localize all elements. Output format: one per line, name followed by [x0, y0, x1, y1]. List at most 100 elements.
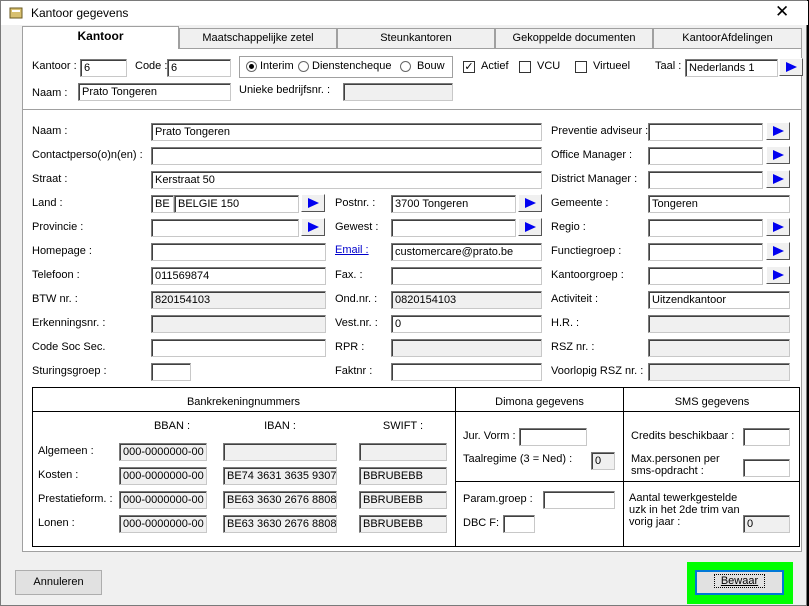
- kantoor-field[interactable]: 6: [80, 59, 127, 77]
- hr-field[interactable]: [648, 315, 790, 333]
- straat-field[interactable]: Kerstraat 50: [151, 171, 542, 189]
- unieke-bedrijfsnr-field[interactable]: [343, 83, 453, 101]
- gemeente-label: Gemeente :: [551, 197, 609, 209]
- bban-field[interactable]: 000-0000000-00: [119, 443, 207, 461]
- regio-arrow-button[interactable]: [766, 218, 790, 236]
- land-arrow-button[interactable]: [301, 194, 325, 212]
- land-code-field[interactable]: BE: [151, 195, 174, 213]
- gewest-arrow-button[interactable]: [518, 218, 542, 236]
- app-icon: [9, 7, 23, 19]
- kantoorgroep-field[interactable]: [648, 267, 763, 285]
- divider: [32, 411, 800, 412]
- naam-field[interactable]: Prato Tongeren: [151, 123, 542, 141]
- district-manager-field[interactable]: [648, 171, 763, 189]
- max-personen-label: Max.personen per: [631, 453, 720, 465]
- param-groep-field[interactable]: [543, 491, 615, 509]
- taal-arrow-button[interactable]: [779, 58, 803, 76]
- iban-field[interactable]: BE63 3630 2676 8808: [223, 491, 337, 509]
- provincie-arrow-button[interactable]: [301, 218, 325, 236]
- jur-vorm-field[interactable]: [519, 428, 587, 446]
- functiegroep-field[interactable]: [648, 243, 763, 261]
- bban-field[interactable]: 000-0000000-00: [119, 515, 207, 533]
- activiteit-field[interactable]: Uitzendkantoor: [648, 291, 790, 309]
- tab-gekoppelde-documenten[interactable]: Gekoppelde documenten: [495, 28, 653, 48]
- voorlopig-rsz-label: Voorlopig RSZ nr. :: [551, 365, 644, 377]
- max-personen-field[interactable]: [743, 459, 790, 477]
- btw-field[interactable]: 820154103: [151, 291, 326, 309]
- radio-bouw-label: Bouw: [417, 60, 445, 72]
- swift-field[interactable]: BBRUBEBB: [359, 515, 447, 533]
- credits-field[interactable]: [743, 428, 790, 446]
- swift-field[interactable]: [359, 443, 447, 461]
- iban-field[interactable]: [223, 443, 337, 461]
- sturingsgroep-field[interactable]: [151, 363, 191, 381]
- telefoon-field[interactable]: 011569874: [151, 267, 326, 285]
- gewest-field[interactable]: [391, 219, 516, 237]
- bank-row-label: Kosten :: [38, 469, 79, 481]
- preventie-arrow-button[interactable]: [766, 122, 790, 140]
- functiegroep-arrow-button[interactable]: [766, 242, 790, 260]
- land-name-field[interactable]: BELGIE 150: [174, 195, 299, 213]
- voorlopig-rsz-field[interactable]: [648, 363, 790, 381]
- vestnr-field[interactable]: 0: [391, 315, 542, 333]
- tab-kantoorafdelingen[interactable]: KantoorAfdelingen: [653, 28, 802, 48]
- postnr-label: Postnr. :: [335, 197, 376, 209]
- gemeente-field[interactable]: Tongeren: [648, 195, 790, 213]
- radio-dienstencheque-label: Dienstencheque: [312, 60, 392, 72]
- vestnr-label: Vest.nr. :: [335, 317, 378, 329]
- tab-maatschappelijke-zetel[interactable]: Maatschappelijke zetel: [179, 28, 337, 48]
- tab-steunkantoren[interactable]: Steunkantoren: [337, 28, 495, 48]
- close-icon[interactable]: ✕: [775, 3, 789, 21]
- ondnr-field[interactable]: 0820154103: [391, 291, 542, 309]
- email-link[interactable]: Email :: [335, 244, 369, 256]
- iban-field[interactable]: BE63 3630 2676 8808: [223, 515, 337, 533]
- iban-header: IBAN :: [264, 420, 296, 432]
- regio-field[interactable]: [648, 219, 763, 237]
- postnr-arrow-button[interactable]: [518, 194, 542, 212]
- postnr-field[interactable]: 3700 Tongeren: [391, 195, 516, 213]
- erkenningsnr-field[interactable]: [151, 315, 326, 333]
- bban-field[interactable]: 000-0000000-00: [119, 491, 207, 509]
- bewaar-label: Bewaar: [713, 574, 766, 588]
- provincie-field[interactable]: [151, 219, 299, 237]
- code-field[interactable]: 6: [167, 59, 231, 77]
- jur-vorm-label: Jur. Vorm :: [463, 430, 516, 442]
- taal-field[interactable]: Nederlands 1: [685, 59, 778, 77]
- swift-field[interactable]: BBRUBEBB: [359, 491, 447, 509]
- district-manager-arrow-button[interactable]: [766, 170, 790, 188]
- tab-kantoor[interactable]: Kantoor: [22, 26, 179, 49]
- rpr-field[interactable]: [391, 339, 542, 357]
- aantal-field[interactable]: 0: [743, 515, 790, 533]
- radio-bouw[interactable]: [400, 61, 411, 72]
- iban-field[interactable]: BE74 3631 3635 9307: [223, 467, 337, 485]
- virtueel-label: Virtueel: [593, 60, 631, 72]
- vcu-checkbox[interactable]: [519, 61, 531, 73]
- rsz-field[interactable]: [648, 339, 790, 357]
- homepage-field[interactable]: [151, 243, 326, 261]
- fax-field[interactable]: [391, 267, 542, 285]
- divider: [23, 109, 801, 110]
- radio-dienstencheque[interactable]: [298, 61, 309, 72]
- dbc-f-field[interactable]: [503, 515, 535, 533]
- annuleren-button[interactable]: Annuleren: [15, 570, 102, 595]
- office-manager-field[interactable]: [648, 147, 763, 165]
- bewaar-button[interactable]: Bewaar: [695, 570, 784, 595]
- office-manager-arrow-button[interactable]: [766, 146, 790, 164]
- code-soc-sec-field[interactable]: [151, 339, 326, 357]
- actief-checkbox[interactable]: ✓: [463, 61, 475, 73]
- divider: [455, 481, 800, 482]
- kantoorgroep-arrow-button[interactable]: [766, 266, 790, 284]
- preventie-adviseur-field[interactable]: [648, 123, 763, 141]
- radio-interim[interactable]: [246, 61, 257, 72]
- contactpersonen-field[interactable]: [151, 147, 542, 165]
- email-field[interactable]: customercare@prato.be: [391, 243, 542, 261]
- bban-field[interactable]: 000-0000000-00: [119, 467, 207, 485]
- land-label: Land :: [32, 197, 63, 209]
- faktnr-field[interactable]: [391, 363, 542, 381]
- taalregime-field[interactable]: 0: [591, 452, 615, 470]
- radio-interim-label: Interim: [260, 60, 294, 72]
- virtueel-checkbox[interactable]: [575, 61, 587, 73]
- naam-top-field[interactable]: Prato Tongeren: [78, 83, 231, 101]
- swift-field[interactable]: BBRUBEBB: [359, 467, 447, 485]
- bank-row-label: Algemeen :: [38, 445, 94, 457]
